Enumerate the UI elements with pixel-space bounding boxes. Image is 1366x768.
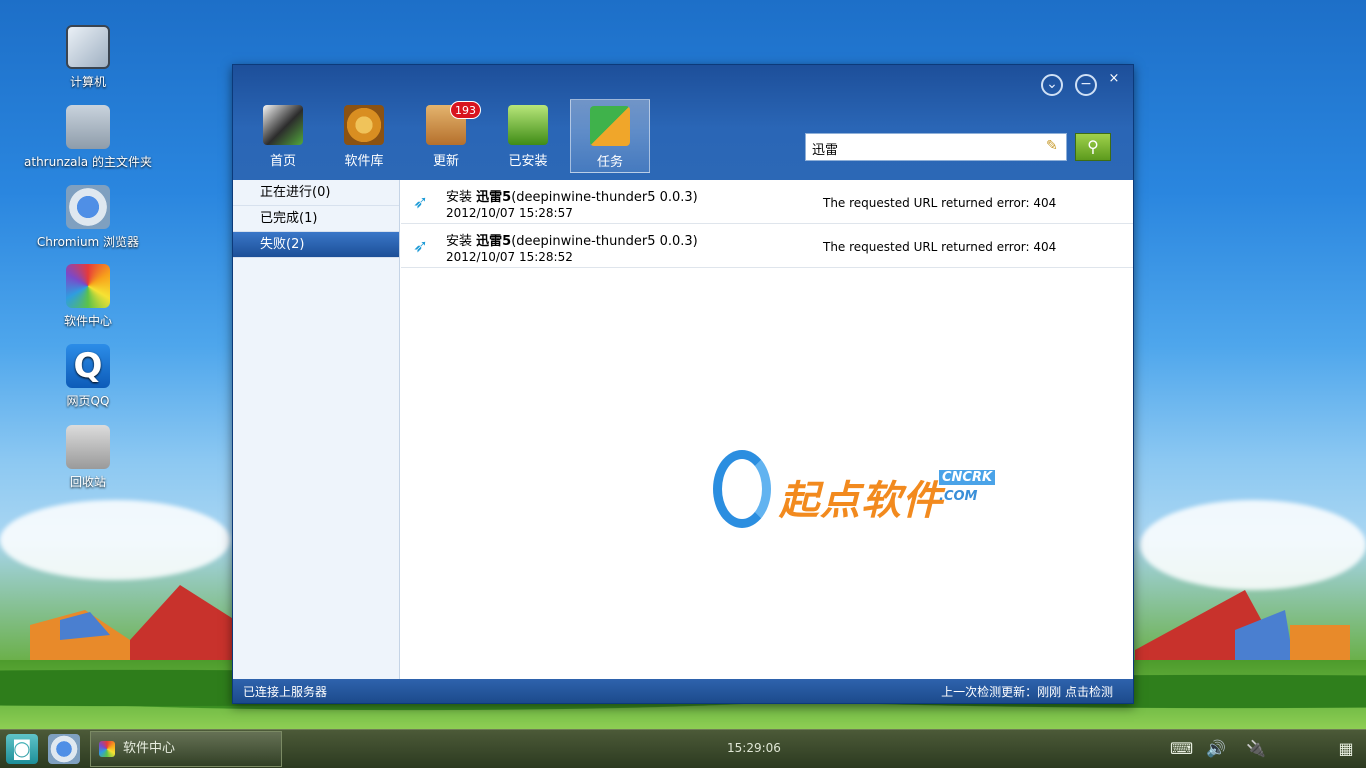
search-icon: ⚲	[1087, 137, 1099, 156]
close-icon: ×	[1108, 71, 1120, 86]
home-icon	[263, 105, 303, 145]
task-app-name: 迅雷5	[476, 234, 512, 249]
status-bar: 已连接上服务器 上一次检测更新：刚刚 点击检测	[233, 679, 1133, 703]
task-app-name: 迅雷5	[476, 190, 512, 205]
desktop-icon-trash[interactable]: 回收站	[13, 425, 163, 490]
nav-updates[interactable]: 193 更新	[406, 99, 486, 173]
minus-icon: −	[1080, 76, 1092, 92]
nav-installed[interactable]: 已安装	[488, 99, 568, 173]
taskbar: ◙ 软件中心 15:29:06 ⌨ 🔊 🔌 ▦	[0, 729, 1366, 768]
software-center-window: ⌄ − × 首页 软件库 193 更新 已安装 任务 迅雷 ✎ ⚲ 正在进行(0…	[232, 64, 1134, 704]
search-input[interactable]: 迅雷 ✎	[805, 133, 1067, 161]
desktop-icon-computer[interactable]: 计算机	[13, 25, 163, 90]
taskbar-chromium-launcher[interactable]	[48, 734, 80, 764]
chromium-icon	[66, 185, 110, 229]
update-check-status[interactable]: 上一次检测更新：刚刚 点击检测	[941, 683, 1113, 700]
cloud	[0, 500, 230, 580]
nav-home[interactable]: 首页	[243, 99, 323, 173]
task-time: 2012/10/07 15:28:57	[446, 206, 573, 220]
taskbar-app-software-center[interactable]: 软件中心	[90, 731, 282, 767]
search-button[interactable]: ⚲	[1075, 133, 1111, 161]
home-folder-icon	[66, 105, 110, 149]
desktop-icon-label: 软件中心	[63, 314, 112, 328]
taskbar-clock: 15:29:06	[727, 741, 781, 755]
nav-label: 更新	[432, 154, 459, 169]
task-package: (deepinwine-thunder5 0.0.3)	[511, 190, 698, 205]
nav-label: 已安装	[508, 154, 548, 169]
software-center-icon	[66, 264, 110, 308]
desktop-icon-chromium[interactable]: Chromium 浏览器	[13, 185, 163, 250]
chevron-down-icon: ⌄	[1046, 76, 1058, 92]
software-center-icon	[99, 741, 115, 757]
desktop-icon-label: 网页QQ	[66, 394, 110, 408]
network-plug-icon[interactable]: 🔌	[1245, 738, 1267, 760]
task-time: 2012/10/07 15:28:52	[446, 250, 573, 264]
task-sidebar: 正在进行(0) 已完成(1) 失败(2)	[233, 180, 400, 679]
tasks-arrows-icon	[590, 106, 630, 146]
minimize-button[interactable]: −	[1075, 74, 1097, 96]
sidebar-item-in-progress[interactable]: 正在进行(0)	[233, 180, 399, 206]
qq-icon: Q	[66, 344, 110, 388]
desktop-icon-label: athrunzala 的主文件夹	[24, 155, 152, 169]
nav-tasks[interactable]: 任务	[570, 99, 650, 173]
installed-icon	[508, 105, 548, 145]
search-input-value: 迅雷	[812, 143, 839, 158]
software-library-icon	[344, 105, 384, 145]
menu-down-button[interactable]: ⌄	[1041, 74, 1063, 96]
desktop-icon-software-center[interactable]: 软件中心	[13, 264, 163, 329]
nav-software-library[interactable]: 软件库	[324, 99, 404, 173]
watermark-text-domain: .COM	[939, 489, 978, 504]
task-action: 安装	[446, 190, 477, 205]
connection-status: 已连接上服务器	[243, 685, 328, 699]
volume-icon[interactable]: 🔊	[1205, 738, 1227, 760]
sidebar-item-failed[interactable]: 失败(2)	[233, 232, 399, 258]
task-title: 安装 迅雷5(deepinwine-thunder5 0.0.3)	[446, 186, 698, 205]
window-header: ⌄ − × 首页 软件库 193 更新 已安装 任务 迅雷 ✎ ⚲	[233, 65, 1133, 180]
thunder-bird-icon: ➶	[413, 192, 429, 213]
desktop-icon-label: 回收站	[69, 475, 106, 489]
task-error: The requested URL returned error: 404	[823, 240, 1057, 254]
cloud	[1140, 500, 1366, 590]
clear-broom-icon[interactable]: ✎	[1046, 138, 1062, 156]
watermark-circle-icon	[713, 450, 771, 528]
watermark-text-en: CNCRK	[939, 470, 996, 485]
nav-label: 软件库	[344, 154, 384, 169]
close-button[interactable]: ×	[1099, 70, 1129, 98]
computer-icon	[66, 25, 110, 69]
start-menu-button[interactable]: ◙	[6, 734, 38, 764]
taskbar-app-label: 软件中心	[123, 741, 176, 756]
task-action: 安装	[446, 234, 477, 249]
desktop-icon-home-folder[interactable]: athrunzala 的主文件夹	[13, 105, 163, 170]
desktop-icon-label: Chromium 浏览器	[36, 235, 140, 249]
task-error: The requested URL returned error: 404	[823, 196, 1057, 210]
keyboard-icon[interactable]: ⌨	[1170, 738, 1193, 760]
update-count-badge: 193	[450, 101, 481, 119]
task-title: 安装 迅雷5(deepinwine-thunder5 0.0.3)	[446, 230, 698, 249]
show-desktop-icon[interactable]: ▦	[1335, 738, 1357, 760]
desktop-icon-label: 计算机	[69, 75, 106, 89]
watermark-text-cn: 起点软件	[779, 478, 943, 524]
trash-icon	[66, 425, 110, 469]
desktop-icon-webqq[interactable]: Q 网页QQ	[13, 344, 163, 409]
sidebar-item-completed[interactable]: 已完成(1)	[233, 206, 399, 232]
watermark-logo: 起点软件 CNCRK .COM	[713, 450, 1003, 534]
thunder-bird-icon: ➶	[413, 236, 429, 257]
deepin-logo-icon: ◙	[12, 736, 32, 760]
task-list: ➶ 安装 迅雷5(deepinwine-thunder5 0.0.3) 2012…	[401, 180, 1133, 679]
nav-label: 首页	[269, 154, 296, 169]
nav-label: 任务	[596, 155, 623, 170]
task-row[interactable]: ➶ 安装 迅雷5(deepinwine-thunder5 0.0.3) 2012…	[401, 224, 1133, 268]
task-row[interactable]: ➶ 安装 迅雷5(deepinwine-thunder5 0.0.3) 2012…	[401, 180, 1133, 224]
task-package: (deepinwine-thunder5 0.0.3)	[511, 234, 698, 249]
